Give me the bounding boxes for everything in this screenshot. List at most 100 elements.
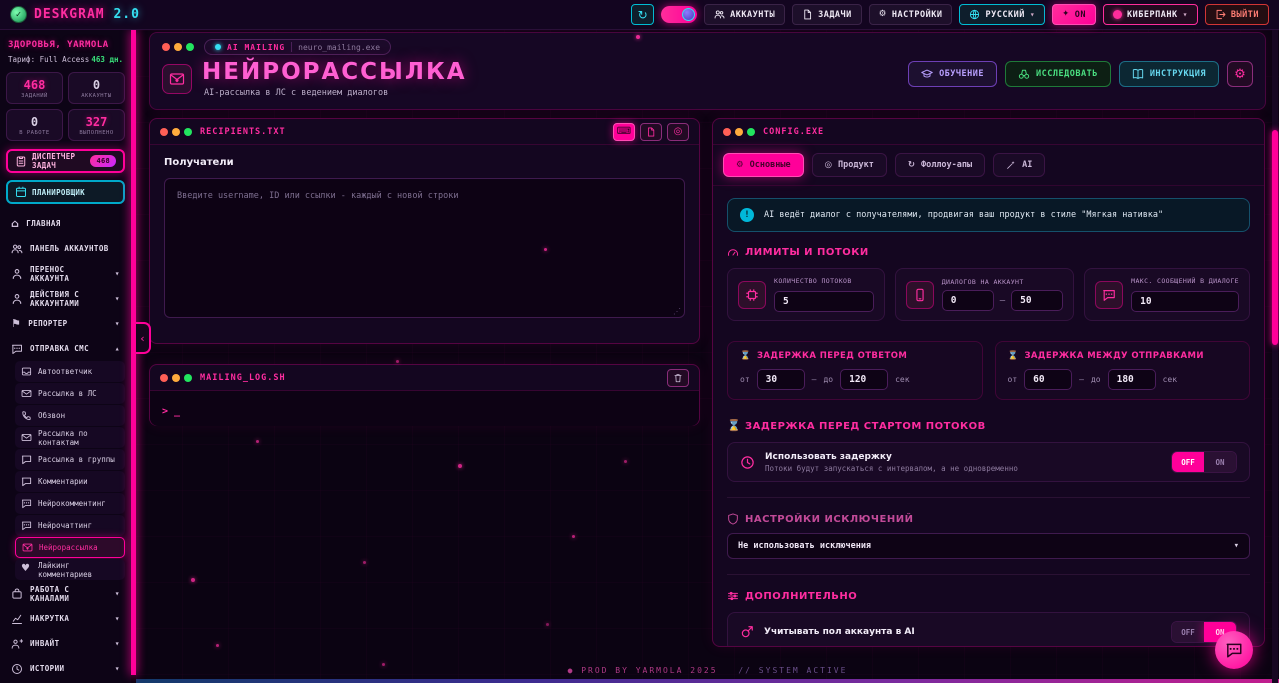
wand-icon (1006, 160, 1016, 170)
sidebar-item-dm-mailing[interactable]: Рассылка в ЛС (15, 383, 125, 404)
send-delay-to-input[interactable] (1108, 369, 1156, 390)
item-label: Обзвон (38, 411, 65, 420)
maximize-dot[interactable] (747, 128, 755, 136)
log-terminal[interactable]: > _ (150, 391, 699, 426)
sidebar-item-channels[interactable]: РАБОТА С КАНАЛАМИ▾ (6, 581, 125, 606)
refresh-icon: ↻ (908, 161, 915, 170)
sidebar-item-account-actions[interactable]: ДЕЙСТВИЯ С АККАУНТАМИ▾ (6, 286, 125, 311)
manual-button[interactable]: ИНСТРУКЦИЯ (1119, 61, 1219, 87)
sound-toggle-button[interactable]: ✦ON (1052, 4, 1096, 25)
to-label: до (823, 375, 833, 384)
mobile-icon (906, 281, 934, 309)
minimize-dot[interactable] (172, 374, 180, 382)
option-description: Потоки будут запускаться с интервалом, а… (765, 464, 1018, 473)
sidebar-item-contacts-mailing[interactable]: Рассылка по контактам (15, 427, 125, 448)
language-dropdown[interactable]: РУССКИЙ▾ (959, 4, 1045, 25)
close-dot[interactable] (160, 374, 168, 382)
maximize-dot[interactable] (184, 374, 192, 382)
parse-button[interactable]: ◎ (667, 123, 689, 141)
chevron-down-icon: ▾ (115, 639, 120, 648)
explore-button[interactable]: ИССЛЕДОВАТЬ (1005, 61, 1111, 87)
section-title: ЛИМИТЫ И ПОТОКИ (745, 247, 869, 258)
sidebar-item-neuro-commenting[interactable]: Нейрокомментинг (15, 493, 125, 514)
reply-delay-from-input[interactable] (757, 369, 805, 390)
chevron-down-icon: ▾ (1234, 541, 1239, 551)
tasks-button[interactable]: ЗАДАЧИ (792, 4, 862, 25)
maximize-dot[interactable] (184, 128, 192, 136)
max-messages-input[interactable] (1131, 291, 1239, 312)
scheduler-button[interactable]: ПЛАНИРОВЩИК (6, 180, 125, 204)
item-label: Лайкинг комментариев (38, 561, 119, 579)
sidebar-item-reporter[interactable]: ⚑РЕПОРТЕР▾ (6, 311, 125, 336)
tab-product[interactable]: ◎Продукт (812, 153, 887, 177)
recipients-textarea[interactable] (165, 179, 684, 317)
sidebar-item-accounts-panel[interactable]: ПАНЕЛЬ АККАУНТОВ (6, 236, 125, 261)
scrollbar-thumb[interactable] (1272, 130, 1278, 345)
exceptions-select[interactable]: Не использовать исключения ▾ (727, 533, 1250, 559)
hourglass-icon: ⌛ (727, 420, 739, 432)
logout-button[interactable]: ВЫЙТИ (1205, 4, 1269, 25)
sidebar-item-invite[interactable]: ИНВАЙТ▾ (6, 631, 125, 656)
training-button[interactable]: ОБУЧЕНИЕ (908, 61, 997, 87)
tab-ai[interactable]: AI (993, 153, 1045, 177)
sidebar-item-comments[interactable]: Комментарии (15, 471, 125, 492)
minimize-dot[interactable] (735, 128, 743, 136)
refresh-button[interactable]: ↻ (631, 4, 654, 25)
item-label: ДЕЙСТВИЯ С АККАУНТАМИ (30, 290, 108, 308)
tab-main[interactable]: ⚙Основные (723, 153, 804, 177)
close-dot[interactable] (162, 43, 170, 51)
header-settings-button[interactable]: ⚙ (1227, 61, 1253, 87)
sidebar-item-group-mailing[interactable]: Рассылка в группы (15, 449, 125, 470)
task-dispatcher-button[interactable]: ДИСПЕТЧЕР ЗАДАЧ 468 (6, 149, 125, 173)
close-dot[interactable] (723, 128, 731, 136)
sidebar-item-account-transfer[interactable]: ПЕРЕНОС АККАУНТА▾ (6, 261, 125, 286)
accounts-label: АККАУНТЫ (730, 10, 775, 20)
manual-input-button[interactable]: ⌨ (613, 123, 635, 141)
send-delay-from-input[interactable] (1024, 369, 1072, 390)
theme-toggle[interactable] (661, 6, 697, 23)
close-dot[interactable] (160, 128, 168, 136)
home-icon: ⌂ (11, 218, 19, 229)
load-file-button[interactable] (640, 123, 662, 141)
range-dash: — (812, 375, 817, 384)
sidebar-item-autoresponder[interactable]: Автоответчик (15, 361, 125, 382)
chat-face-icon (21, 520, 32, 531)
sidebar-item-stories[interactable]: ИСТОРИИ▾ (6, 656, 125, 681)
item-label: Автоответчик (38, 367, 92, 376)
accounts-button[interactable]: АККАУНТЫ (704, 4, 785, 25)
toggle-off-option[interactable]: OFF (1172, 622, 1204, 642)
tab-followups[interactable]: ↻ Фоллоу-апы (895, 153, 985, 177)
sidebar-item-neuro-chatting[interactable]: Нейрочаттинг (15, 515, 125, 536)
app-logo[interactable]: ✓ DESKGRAM 2.0 (10, 6, 140, 23)
minimize-dot[interactable] (172, 128, 180, 136)
sidebar-item-neuro-mailing[interactable]: Нейрорассылка (15, 537, 125, 558)
clear-log-button[interactable] (667, 369, 689, 387)
sidebar-item-comment-liking[interactable]: ♥Лайкинг комментариев (15, 559, 125, 580)
target-icon: ◎ (825, 161, 832, 170)
settings-button[interactable]: ⚙НАСТРОЙКИ (869, 4, 953, 25)
sidebar-collapse-button[interactable]: ‹ (136, 322, 151, 354)
toggle-on-option[interactable]: ON (1204, 452, 1236, 472)
dialogs-max-input[interactable] (1011, 290, 1063, 311)
scrollbar-track[interactable] (1272, 30, 1278, 683)
toggle-off-option[interactable]: OFF (1172, 452, 1204, 472)
dialogs-min-input[interactable] (942, 290, 994, 311)
theme-dropdown[interactable]: КИБЕРПАНК▾ (1103, 4, 1198, 25)
maximize-dot[interactable] (186, 43, 194, 51)
reply-delay-to-input[interactable] (840, 369, 888, 390)
use-delay-toggle[interactable]: OFF ON (1171, 451, 1237, 473)
support-chat-button[interactable] (1215, 631, 1253, 669)
threads-input[interactable] (774, 291, 874, 312)
tab-label: Фоллоу-апы (921, 160, 972, 170)
item-label: НАКРУТКА (30, 614, 69, 623)
file-tab[interactable]: AI MAILING neuro_mailing.exe (204, 39, 391, 55)
sidebar-item-calls[interactable]: Обзвон (15, 405, 125, 426)
sidebar-item-boosting[interactable]: НАКРУТКА▾ (6, 606, 125, 631)
main-area: AI MAILING neuro_mailing.exe НЕЙРОРАССЫЛ… (136, 30, 1279, 683)
minimize-dot[interactable] (174, 43, 182, 51)
divider (727, 497, 1250, 498)
globe-icon (969, 9, 980, 20)
sidebar-item-sms-sending[interactable]: ОТПРАВКА СМС▴ (6, 336, 125, 361)
sound-state-label: ON (1075, 10, 1086, 20)
sidebar-item-home[interactable]: ⌂ГЛАВНАЯ (6, 211, 125, 236)
